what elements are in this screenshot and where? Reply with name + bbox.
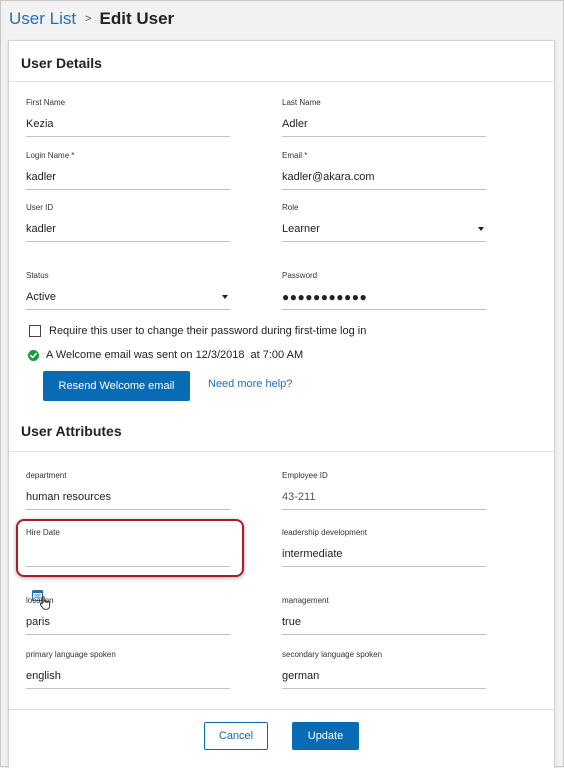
- department-field[interactable]: department human resources: [26, 470, 230, 510]
- role-value: Learner: [282, 223, 320, 235]
- management-label: management: [282, 596, 329, 605]
- update-button[interactable]: Update: [292, 722, 359, 750]
- cancel-button[interactable]: Cancel: [204, 722, 268, 750]
- resend-welcome-email-button[interactable]: Resend Welcome email: [43, 371, 190, 401]
- first-name-label: First Name: [26, 98, 66, 107]
- user-attributes-heading: User Attributes: [21, 423, 122, 439]
- section-divider: [9, 81, 554, 82]
- need-more-help-link[interactable]: Need more help?: [208, 378, 292, 390]
- welcome-email-status: A Welcome email was sent on 12/3/2018 at…: [28, 349, 303, 361]
- employee-id-value: 43-211: [282, 491, 316, 503]
- section-divider: [9, 451, 554, 452]
- password-field[interactable]: Password ●●●●●●●●●●●: [282, 270, 486, 310]
- employee-id-underline: [282, 509, 486, 510]
- email-value: kadler@akara.com: [282, 171, 375, 183]
- primary-language-value: english: [26, 670, 61, 682]
- caret-down-icon: [222, 295, 228, 299]
- email-underline: [282, 189, 486, 190]
- first-name-underline: [26, 136, 230, 137]
- user-id-field[interactable]: User ID kadler: [26, 202, 230, 242]
- last-name-value: Adler: [282, 118, 308, 130]
- login-name-label: Login Name *: [26, 151, 75, 160]
- welcome-email-text: A Welcome email was sent on 12/3/2018: [46, 349, 245, 361]
- leadership-development-underline: [282, 566, 486, 567]
- status-select[interactable]: Status Active: [26, 270, 230, 310]
- management-field[interactable]: management true: [282, 595, 486, 635]
- leadership-development-value: intermediate: [282, 548, 343, 560]
- employee-id-field: Employee ID 43-211: [282, 470, 486, 510]
- secondary-language-value: german: [282, 670, 320, 682]
- login-name-value: kadler: [26, 171, 56, 183]
- primary-language-field[interactable]: primary language spoken english: [26, 649, 230, 689]
- require-password-change-label: Require this user to change their passwo…: [49, 325, 367, 337]
- last-name-underline: [282, 136, 486, 137]
- welcome-email-time: at 7:00 AM: [250, 349, 304, 361]
- password-value: ●●●●●●●●●●●: [282, 290, 368, 304]
- require-password-change-checkbox[interactable]: [29, 325, 41, 337]
- email-label: Email *: [282, 151, 308, 160]
- leadership-development-field[interactable]: leadership development intermediate: [282, 527, 486, 567]
- location-underline: [26, 634, 230, 635]
- check-circle-icon: [28, 349, 39, 361]
- last-name-label: Last Name: [282, 98, 321, 107]
- management-underline: [282, 634, 486, 635]
- require-password-change-row: Require this user to change their passwo…: [29, 325, 366, 337]
- role-select[interactable]: Role Learner: [282, 202, 486, 242]
- last-name-field[interactable]: Last Name Adler: [282, 97, 486, 137]
- breadcrumb-separator: >: [85, 13, 92, 25]
- email-field[interactable]: Email * kadler@akara.com: [282, 150, 486, 190]
- location-field[interactable]: location paris: [26, 595, 230, 635]
- user-details-heading: User Details: [21, 55, 102, 71]
- status-label: Status: [26, 271, 49, 280]
- management-value: true: [282, 616, 301, 628]
- hire-date-highlight: [16, 519, 244, 577]
- secondary-language-underline: [282, 688, 486, 689]
- password-label: Password: [282, 271, 318, 280]
- department-value: human resources: [26, 491, 111, 503]
- caret-down-icon: [478, 227, 484, 231]
- department-underline: [26, 509, 230, 510]
- breadcrumb: User List > Edit User: [9, 7, 174, 31]
- login-name-underline: [26, 189, 230, 190]
- status-value: Active: [26, 291, 56, 303]
- role-label: Role: [282, 203, 299, 212]
- page-title: Edit User: [99, 9, 175, 28]
- primary-language-underline: [26, 688, 230, 689]
- user-id-label: User ID: [26, 203, 54, 212]
- first-name-value: Kezia: [26, 118, 54, 130]
- department-label: department: [26, 471, 67, 480]
- edit-user-card: User Details First Name Kezia Last Name …: [8, 40, 555, 768]
- user-id-underline: [26, 241, 230, 242]
- leadership-development-label: leadership development: [282, 528, 367, 537]
- form-footer: Cancel Update: [9, 709, 554, 768]
- secondary-language-label: secondary language spoken: [282, 650, 383, 659]
- employee-id-label: Employee ID: [282, 471, 328, 480]
- location-value: paris: [26, 616, 50, 628]
- primary-language-label: primary language spoken: [26, 650, 116, 659]
- password-underline: [282, 309, 486, 310]
- first-name-field[interactable]: First Name Kezia: [26, 97, 230, 137]
- role-underline: [282, 241, 486, 242]
- login-name-field[interactable]: Login Name * kadler: [26, 150, 230, 190]
- secondary-language-field[interactable]: secondary language spoken german: [282, 649, 486, 689]
- location-label: location: [26, 596, 54, 605]
- breadcrumb-user-list-link[interactable]: User List: [9, 9, 76, 29]
- user-id-value: kadler: [26, 223, 56, 235]
- status-underline: [26, 309, 230, 310]
